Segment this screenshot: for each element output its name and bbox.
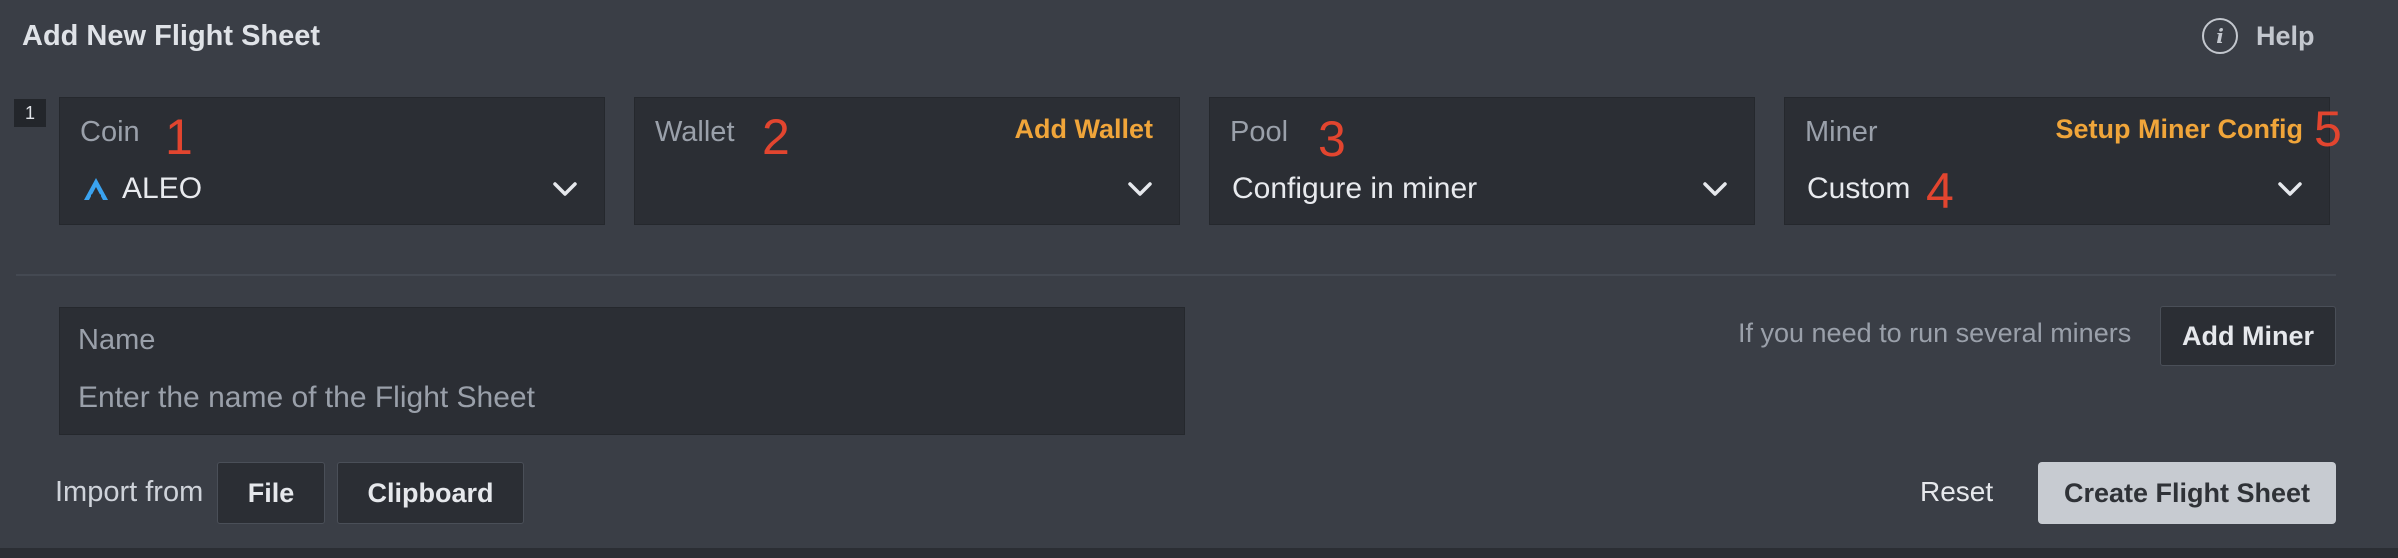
add-miner-hint: If you need to run several miners xyxy=(1738,318,2132,348)
page-title: Add New Flight Sheet xyxy=(22,20,321,52)
info-icon: i xyxy=(2202,18,2238,54)
help-label: Help xyxy=(2256,20,2315,51)
annotation-1: 1 xyxy=(165,109,193,165)
annotation-3: 3 xyxy=(1318,111,1346,167)
chevron-down-icon xyxy=(1128,182,1152,196)
add-wallet-link[interactable]: Add Wallet xyxy=(1015,114,1154,145)
aleo-logo-icon xyxy=(84,178,108,200)
wallet-label: Wallet xyxy=(655,116,735,148)
name-field[interactable]: Name xyxy=(59,307,1185,435)
name-label: Name xyxy=(78,324,156,356)
miner-label: Miner xyxy=(1805,116,1878,148)
chevron-down-icon xyxy=(1703,182,1727,196)
annotation-5: 5 xyxy=(2314,101,2342,157)
chevron-down-icon xyxy=(2278,182,2302,196)
import-label: Import from xyxy=(55,476,204,508)
annotation-2: 2 xyxy=(762,109,790,165)
import-file-button[interactable]: File xyxy=(217,462,325,524)
pool-value: Configure in miner xyxy=(1232,172,1478,205)
row-index-badge: 1 xyxy=(14,99,46,127)
add-miner-button[interactable]: Add Miner xyxy=(2160,306,2336,366)
chevron-down-icon xyxy=(553,182,577,196)
name-input[interactable] xyxy=(78,376,1158,420)
bottom-strip xyxy=(0,548,2398,558)
coin-value: ALEO xyxy=(122,172,203,205)
help-button[interactable]: i Help xyxy=(2202,18,2315,54)
flight-sheet-panel: Add New Flight Sheet i Help 1 Coin ALEO … xyxy=(0,0,2398,548)
miner-select[interactable]: Miner Setup Miner Config Custom xyxy=(1784,97,2330,225)
coin-select[interactable]: Coin ALEO xyxy=(59,97,605,225)
pool-select[interactable]: Pool Configure in miner xyxy=(1209,97,1755,225)
miner-value: Custom xyxy=(1807,172,1911,205)
annotation-4: 4 xyxy=(1926,163,1954,219)
coin-label: Coin xyxy=(80,116,140,148)
setup-miner-config-link[interactable]: Setup Miner Config xyxy=(2056,114,2303,145)
import-clipboard-button[interactable]: Clipboard xyxy=(337,462,524,524)
section-divider xyxy=(16,274,2336,276)
reset-button[interactable]: Reset xyxy=(1920,476,1993,508)
pool-label: Pool xyxy=(1230,116,1289,148)
wallet-select[interactable]: Wallet Add Wallet xyxy=(634,97,1180,225)
create-flight-sheet-button[interactable]: Create Flight Sheet xyxy=(2038,462,2336,524)
